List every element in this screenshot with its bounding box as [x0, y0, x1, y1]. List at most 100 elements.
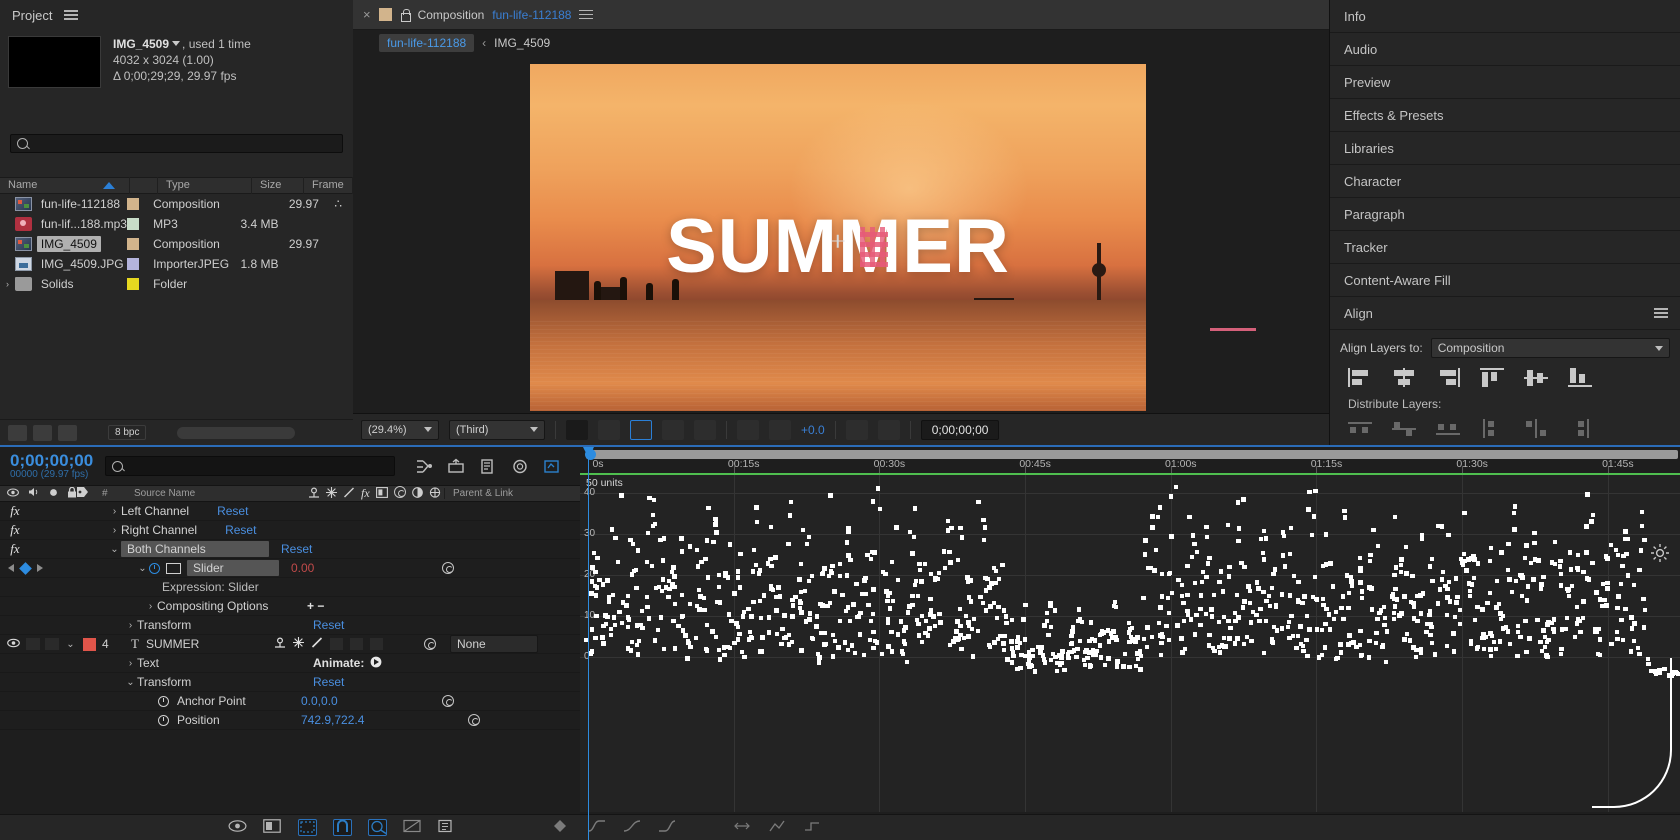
graph-keyframe-dot[interactable]	[1111, 629, 1116, 634]
graph-keyframe-dot[interactable]	[1169, 534, 1174, 539]
graph-keyframe-dot[interactable]	[1619, 618, 1624, 622]
graph-keyframe-dot[interactable]	[1391, 592, 1395, 597]
graph-keyframe-dot[interactable]	[605, 578, 610, 583]
graph-keyframe-dot[interactable]	[1185, 609, 1190, 613]
graph-keyframe-dot[interactable]	[767, 615, 771, 620]
graph-keyframe-dot[interactable]	[1358, 629, 1363, 633]
quality-icon[interactable]	[326, 487, 337, 501]
graph-keyframe-dot[interactable]	[820, 603, 825, 608]
graph-keyframe-dot[interactable]	[1518, 573, 1522, 577]
graph-keyframe-dot[interactable]	[1408, 638, 1412, 643]
graph-keyframe-dot[interactable]	[1170, 591, 1174, 595]
graph-keyframe-dot[interactable]	[751, 600, 756, 604]
timeline-row-layer[interactable]: ⌄4TSUMMERNone	[0, 635, 580, 654]
graph-keyframe-dot[interactable]	[996, 605, 1001, 609]
graph-keyframe-dot[interactable]	[871, 587, 876, 592]
enable-motion-blur-icon[interactable]	[479, 458, 497, 475]
graph-keyframe-dot[interactable]	[878, 507, 882, 511]
graph-keyframe-dot[interactable]	[1069, 642, 1074, 646]
graph-keyframe-dot[interactable]	[804, 619, 808, 624]
graph-keyframe-dot[interactable]	[1420, 537, 1424, 541]
graph-keyframe-dot[interactable]	[742, 655, 747, 659]
edit-speed-graph-icon[interactable]	[768, 819, 787, 836]
keyframe-diamond-icon[interactable]	[19, 562, 32, 575]
group-action[interactable]: Animate:	[313, 656, 364, 670]
graph-keyframe-dot[interactable]	[1305, 614, 1309, 618]
graph-keyframe-dot[interactable]	[1524, 543, 1529, 548]
graph-keyframe-dot[interactable]	[1324, 532, 1328, 537]
frame-blending-icon[interactable]	[376, 487, 388, 501]
graph-keyframe-dot[interactable]	[1242, 565, 1247, 569]
graph-keyframe-dot[interactable]	[1136, 657, 1140, 661]
graph-keyframe-dot[interactable]	[1441, 570, 1445, 574]
graph-keyframe-dot[interactable]	[966, 634, 971, 639]
graph-keyframe-dot[interactable]	[679, 536, 684, 541]
graph-keyframe-dot[interactable]	[626, 616, 630, 620]
graph-keyframe-dot[interactable]	[776, 585, 781, 590]
graph-keyframe-dot[interactable]	[673, 602, 677, 606]
property-name[interactable]: Text	[137, 656, 313, 670]
stopwatch-icon[interactable]	[158, 696, 169, 707]
graph-keyframe-dot[interactable]	[1576, 617, 1580, 621]
graph-keyframe-dot[interactable]	[779, 642, 784, 646]
graph-keyframe-dot[interactable]	[723, 574, 728, 578]
graph-keyframe-dot[interactable]	[994, 569, 998, 573]
graph-keyframe-dot[interactable]	[787, 633, 791, 637]
graph-keyframe-dot[interactable]	[926, 633, 930, 638]
graph-keyframe-dot[interactable]	[1374, 641, 1378, 645]
timeline-row-property[interactable]: Anchor Point0.0,0.0	[0, 692, 580, 711]
graph-keyframe-dot[interactable]	[671, 565, 676, 570]
graph-keyframe-dot[interactable]	[740, 650, 744, 654]
graph-keyframe-dot[interactable]	[769, 564, 774, 568]
graph-keyframe-dot[interactable]	[1598, 637, 1602, 642]
graph-keyframe-dot[interactable]	[1190, 555, 1194, 559]
graph-keyframe-dot[interactable]	[933, 624, 937, 628]
graph-keyframe-dot[interactable]	[1074, 655, 1079, 659]
graph-keyframe-dot[interactable]	[594, 593, 598, 598]
graph-keyframe-dot[interactable]	[1088, 663, 1092, 667]
graph-keyframe-dot[interactable]	[1281, 553, 1285, 558]
graph-keyframe-dot[interactable]	[1302, 594, 1307, 599]
graph-keyframe-dot[interactable]	[1468, 589, 1472, 593]
graph-keyframe-dot[interactable]	[749, 614, 754, 619]
label-swatch[interactable]	[127, 198, 153, 210]
graph-keyframe-dot[interactable]	[1160, 594, 1164, 599]
graph-keyframe-dot[interactable]	[1421, 591, 1425, 596]
graph-keyframe-dot[interactable]	[910, 551, 915, 556]
graph-keyframe-dot[interactable]	[959, 647, 964, 651]
graph-keyframe-dot[interactable]	[1066, 656, 1071, 660]
interpret-footage-icon[interactable]	[83, 425, 102, 441]
graph-keyframe-dot[interactable]	[906, 610, 910, 615]
graph-keyframe-dot[interactable]	[1616, 553, 1620, 557]
graph-keyframe-dot[interactable]	[1206, 561, 1210, 566]
collapse-transformations-icon[interactable]	[308, 487, 320, 501]
graph-editor[interactable]: 50 units 403020100	[580, 475, 1680, 812]
solo-icon[interactable]	[49, 488, 58, 500]
graph-keyframe-dot[interactable]	[1341, 617, 1346, 621]
distribute-right-icon[interactable]	[1568, 419, 1592, 438]
timeline-row-group[interactable]: ›TransformReset	[0, 616, 580, 635]
graph-keyframe-dot[interactable]	[1313, 489, 1318, 493]
graph-keyframe-dot[interactable]	[1419, 611, 1423, 616]
graph-keyframe-dot[interactable]	[593, 636, 598, 640]
fast-previews-icon[interactable]	[566, 420, 588, 440]
graph-keyframe-dot[interactable]	[1402, 594, 1407, 599]
stopwatch-icon[interactable]	[149, 563, 160, 574]
graph-keyframe-dot[interactable]	[1464, 568, 1469, 573]
graph-keyframe-dot[interactable]	[1296, 634, 1300, 638]
group-action[interactable]: + −	[307, 599, 324, 613]
fit-selection-icon[interactable]	[403, 819, 422, 836]
graph-keyframe-dot[interactable]	[1393, 587, 1398, 591]
graph-keyframe-dot[interactable]	[899, 619, 903, 624]
graph-keyframe-dot[interactable]	[1430, 641, 1434, 645]
graph-keyframe-dot[interactable]	[1002, 648, 1006, 652]
graph-keyframe-dot[interactable]	[1045, 619, 1049, 623]
graph-keyframe-dot[interactable]	[1271, 572, 1276, 576]
graph-keyframe-dot[interactable]	[1566, 589, 1570, 593]
graph-keyframe-dot[interactable]	[646, 531, 650, 535]
graph-keyframe-dot[interactable]	[1294, 646, 1299, 650]
graph-keyframe-dot[interactable]	[1488, 647, 1493, 652]
graph-keyframe-dot[interactable]	[755, 520, 759, 524]
graph-keyframe-dot[interactable]	[1289, 526, 1293, 530]
graph-keyframe-dot[interactable]	[1227, 636, 1232, 641]
